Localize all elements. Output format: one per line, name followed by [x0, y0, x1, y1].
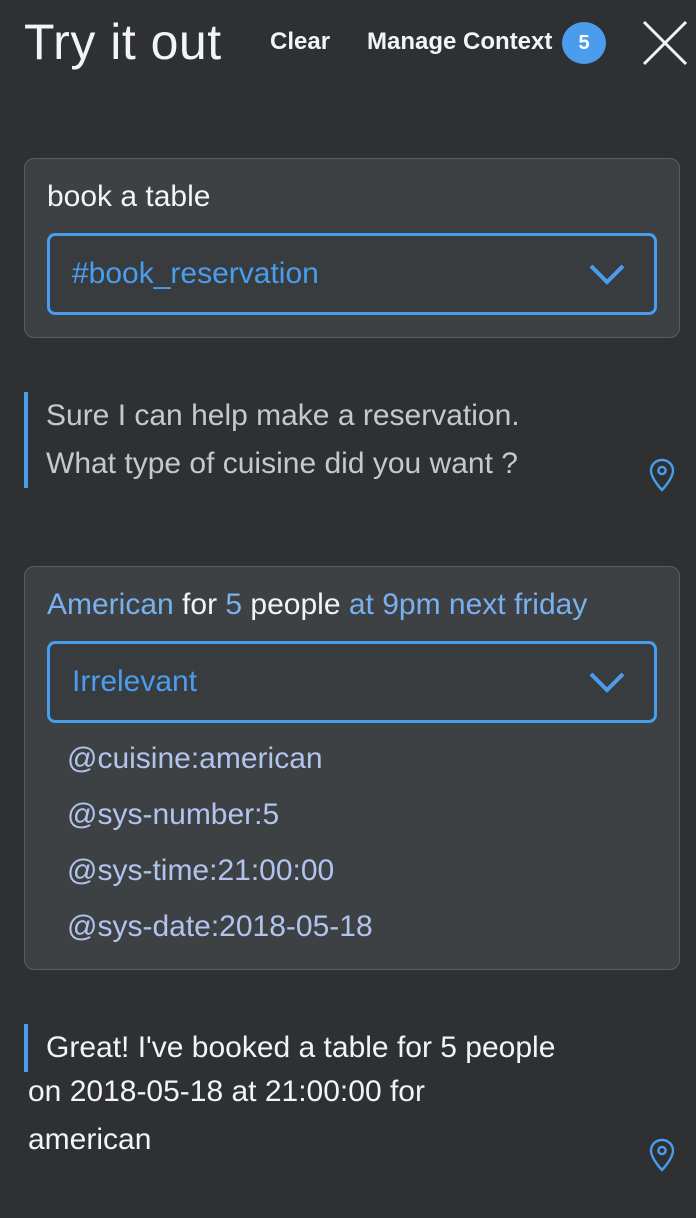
user-message-text: book a table [47, 180, 211, 213]
message-text-part: for [173, 588, 226, 621]
chevron-down-icon [589, 672, 625, 693]
panel-title: Try it out [24, 14, 222, 70]
entity-list: @cuisine:american @sys-number:5 @sys-tim… [67, 739, 373, 963]
bot-response-line: Great! I've booked a table for 5 people [46, 1031, 556, 1064]
entity-highlight: American [47, 588, 174, 621]
entity-highlight: at 9pm next friday [340, 588, 588, 621]
intent-dropdown[interactable]: #book_reservation [47, 233, 657, 315]
entity-item[interactable]: @cuisine:american [67, 739, 373, 795]
location-pin-icon[interactable] [649, 1138, 675, 1172]
entity-item[interactable]: @sys-number:5 [67, 795, 373, 851]
bot-response-line: american [28, 1123, 152, 1156]
bot-response: Great! I've booked a table for 5 people [24, 1024, 644, 1072]
bot-response-line: on 2018-05-18 at 21:00:00 for [28, 1075, 425, 1108]
message-text-part: people [242, 588, 341, 621]
user-message-text: American for 5 people at 9pm next friday [47, 585, 587, 625]
location-pin-icon[interactable] [649, 458, 675, 492]
intent-dropdown-value: #book_reservation [72, 257, 319, 290]
context-count-badge[interactable]: 5 [562, 22, 606, 64]
user-message-card: American for 5 people at 9pm next friday… [24, 566, 680, 970]
manage-context-button[interactable]: Manage Context [367, 24, 552, 60]
bot-response: Sure I can help make a reservation. What… [24, 392, 644, 488]
bot-response-line: Sure I can help make a reservation. [46, 399, 520, 432]
panel-header: Try it out Clear Manage Context 5 [0, 0, 696, 90]
intent-dropdown-value: Irrelevant [72, 665, 198, 698]
entity-item[interactable]: @sys-time:21:00:00 [67, 851, 373, 907]
close-icon[interactable] [640, 18, 690, 68]
intent-dropdown[interactable]: Irrelevant [47, 641, 657, 723]
user-message-card: book a table #book_reservation [24, 158, 680, 338]
entity-item[interactable]: @sys-date:2018-05-18 [67, 907, 373, 963]
bot-response-line: What type of cuisine did you want ? [46, 447, 518, 480]
entity-highlight: 5 [225, 588, 243, 621]
chevron-down-icon [589, 264, 625, 285]
clear-button[interactable]: Clear [270, 24, 330, 60]
